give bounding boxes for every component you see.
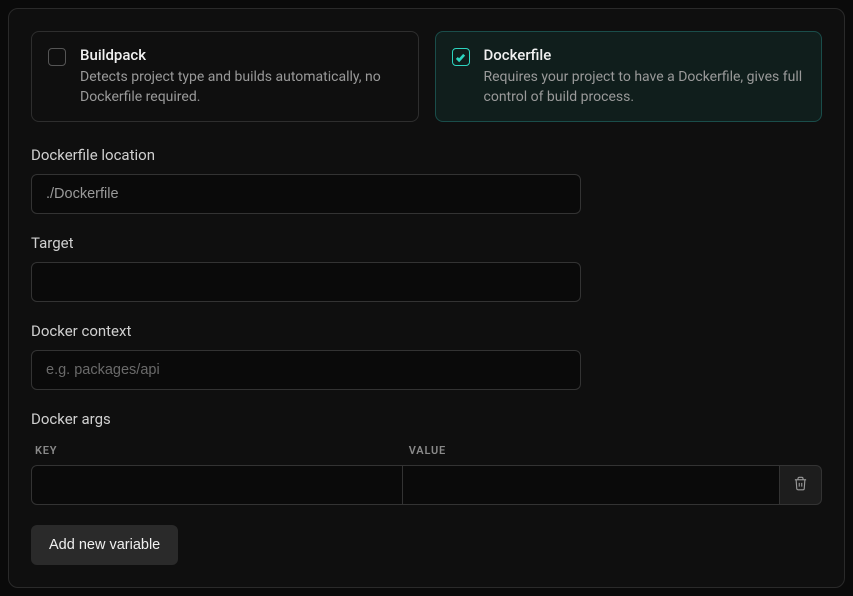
arg-key-input[interactable]: [31, 465, 403, 505]
field-label: Docker args: [31, 410, 822, 428]
option-description: Detects project type and builds automati…: [80, 68, 402, 107]
dockerfile-location-input[interactable]: [31, 174, 581, 214]
checkbox-checked-icon: [452, 48, 470, 66]
option-buildpack[interactable]: Buildpack Detects project type and build…: [31, 31, 419, 122]
docker-context-input[interactable]: [31, 350, 581, 390]
arg-value-input[interactable]: [403, 465, 780, 505]
field-label: Target: [31, 234, 822, 252]
field-label: Docker context: [31, 322, 822, 340]
build-method-options: Buildpack Detects project type and build…: [31, 31, 822, 122]
field-dockerfile-location: Dockerfile location: [31, 146, 822, 214]
field-docker-context: Docker context: [31, 322, 822, 390]
field-label: Dockerfile location: [31, 146, 822, 164]
delete-arg-button[interactable]: [780, 465, 822, 505]
option-dockerfile[interactable]: Dockerfile Requires your project to have…: [435, 31, 823, 122]
option-title: Buildpack: [80, 46, 402, 64]
build-settings-panel: Buildpack Detects project type and build…: [8, 8, 845, 588]
target-input[interactable]: [31, 262, 581, 302]
option-description: Requires your project to have a Dockerfi…: [484, 68, 806, 107]
field-target: Target: [31, 234, 822, 302]
docker-arg-row: [31, 465, 822, 505]
column-header-value: VALUE: [403, 438, 822, 465]
add-variable-button[interactable]: Add new variable: [31, 525, 178, 565]
checkbox-unchecked-icon: [48, 48, 66, 66]
docker-args-section: Docker args KEY VALUE: [31, 410, 822, 505]
option-title: Dockerfile: [484, 46, 806, 64]
trash-icon: [793, 476, 808, 494]
column-header-key: KEY: [31, 438, 403, 465]
